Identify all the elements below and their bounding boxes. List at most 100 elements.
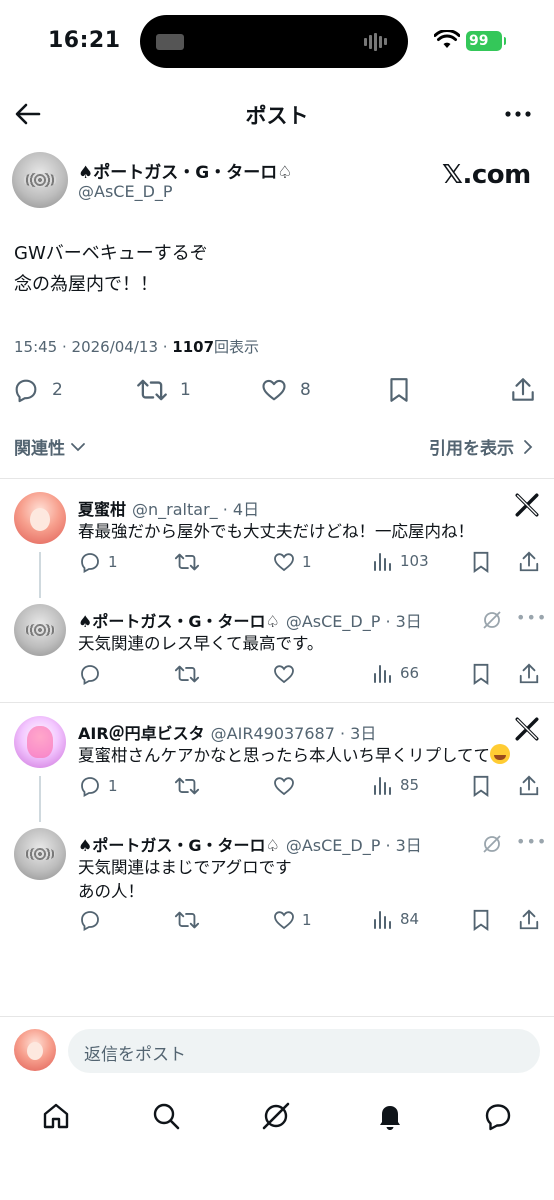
- author-handle[interactable]: @AsCE_D_P: [78, 182, 173, 201]
- view-count: 66: [400, 664, 420, 682]
- like-button[interactable]: 8: [260, 376, 311, 404]
- reply-composer: 返信をポスト: [0, 1016, 554, 1086]
- status-bar: 16:21 99: [0, 0, 554, 84]
- status-time: 16:21: [48, 28, 121, 53]
- post-timestamp: 15:45 · 2026/04/13 ·: [14, 338, 173, 356]
- reply-text: 天気関連はまじでアグロです あの人！: [78, 858, 292, 901]
- reply-avatar[interactable]: [14, 492, 66, 544]
- view-quotes-link[interactable]: 引用を表示: [429, 434, 536, 459]
- reply-author-name[interactable]: ♠ポートガス・G・ターロ♤: [78, 836, 280, 855]
- view-count: 85: [400, 776, 420, 794]
- bookmark-button[interactable]: [470, 774, 492, 798]
- dynamic-island: [140, 15, 408, 68]
- repost-button[interactable]: [174, 908, 200, 932]
- reply-button[interactable]: 1: [78, 774, 118, 798]
- repost-icon: [137, 379, 167, 401]
- views-button[interactable]: 103: [372, 550, 429, 572]
- bookmark-icon: [390, 378, 408, 402]
- repost-button[interactable]: [174, 662, 200, 686]
- reply-header: ♠ポートガス・G・ターロ♤ @AsCE_D_P · 3日: [78, 608, 422, 632]
- share-button[interactable]: [518, 774, 540, 798]
- grok-icon[interactable]: [260, 1100, 292, 1132]
- more-options-icon[interactable]: •••: [516, 832, 547, 851]
- reply-avatar[interactable]: [14, 828, 66, 880]
- views-icon: [374, 553, 391, 571]
- reply-author-name[interactable]: 夏蜜柑: [78, 500, 126, 519]
- repost-button[interactable]: [174, 550, 206, 574]
- reply-author-name[interactable]: AIR＠円卓ビスタ: [78, 724, 205, 743]
- reply-time: · 3日: [339, 724, 377, 743]
- reply-author-handle[interactable]: @AIR49037687: [211, 724, 335, 743]
- view-count: 103: [400, 552, 429, 570]
- repost-icon: [174, 777, 200, 795]
- like-count: 8: [300, 380, 311, 400]
- reply-header: AIR＠円卓ビスタ @AIR49037687 · 3日: [78, 720, 376, 744]
- sort-relevance-dropdown[interactable]: 関連性: [14, 434, 87, 459]
- reply-actions: 1 1 103: [0, 550, 554, 574]
- bookmark-button[interactable]: [470, 550, 492, 574]
- reply-icon: [81, 665, 99, 686]
- reply-header: ♠ポートガス・G・ターロ♤ @AsCE_D_P · 3日: [78, 832, 422, 856]
- like-button[interactable]: [272, 774, 296, 798]
- views-icon: [374, 911, 391, 929]
- divider: [0, 702, 554, 703]
- views-button[interactable]: 84: [372, 908, 419, 930]
- share-button[interactable]: [518, 908, 540, 932]
- reply-time: · 4日: [222, 500, 260, 519]
- views-icon: [374, 777, 391, 795]
- reply-avatar[interactable]: [14, 604, 66, 656]
- like-count: 1: [302, 553, 312, 571]
- reply-icon: [81, 777, 99, 798]
- repost-button[interactable]: 1: [136, 376, 191, 404]
- more-options-icon[interactable]: [504, 102, 532, 126]
- share-button[interactable]: [518, 662, 540, 686]
- reply-author-handle[interactable]: @n_raltar_: [132, 500, 218, 519]
- messages-icon[interactable]: [482, 1100, 514, 1132]
- battery-icon: 99: [466, 31, 506, 51]
- reply-author-name[interactable]: ♠ポートガス・G・ターロ♤: [78, 612, 280, 631]
- reply-text: 春最強だから屋外でも大丈夫だけどね！一応屋内ね！: [78, 522, 474, 541]
- reply-button[interactable]: 1: [78, 550, 118, 574]
- like-count: 1: [302, 911, 312, 929]
- bookmark-button[interactable]: [470, 662, 492, 686]
- bookmark-button[interactable]: [470, 908, 492, 932]
- grok-icon[interactable]: [482, 610, 502, 630]
- reply-text-content: 夏蜜柑さんケアかなと思ったら本人いち早くリプしてて: [78, 746, 491, 765]
- share-icon: [519, 551, 539, 572]
- reply-button[interactable]: [78, 662, 102, 686]
- bookmark-button[interactable]: [386, 376, 412, 404]
- post-actions: 2 1 8: [0, 376, 554, 406]
- repost-button[interactable]: [174, 774, 200, 798]
- share-button[interactable]: [510, 376, 536, 404]
- author-name[interactable]: ♠ポートガス・G・ターロ♤: [78, 158, 292, 183]
- views-icon: [374, 665, 391, 683]
- reply-header: 夏蜜柑 @n_raltar_ · 4日: [78, 496, 259, 520]
- reply-input[interactable]: 返信をポスト: [68, 1029, 540, 1073]
- home-icon[interactable]: [40, 1100, 72, 1132]
- bookmark-icon: [473, 775, 489, 797]
- like-button[interactable]: 1: [272, 550, 312, 574]
- like-button[interactable]: [272, 662, 296, 686]
- views-button[interactable]: 66: [372, 662, 419, 684]
- share-button[interactable]: [518, 550, 540, 574]
- reply-avatar[interactable]: [14, 716, 66, 768]
- reply-actions: 1 84: [0, 908, 554, 932]
- more-options-icon[interactable]: •••: [516, 608, 547, 627]
- repost-icon: [174, 911, 200, 929]
- x-logo-icon: [515, 493, 539, 517]
- current-user-avatar[interactable]: [14, 1029, 56, 1071]
- author-avatar[interactable]: [12, 152, 68, 208]
- grok-icon[interactable]: [482, 834, 502, 854]
- notifications-icon[interactable]: [374, 1100, 406, 1132]
- views-button[interactable]: 85: [372, 774, 419, 796]
- search-icon[interactable]: [150, 1100, 182, 1132]
- wifi-icon: [434, 30, 460, 48]
- heart-icon: [274, 911, 294, 930]
- reply-actions: 66: [0, 662, 554, 686]
- reply-icon: [81, 911, 99, 932]
- reply-button[interactable]: 2: [12, 376, 63, 404]
- like-button[interactable]: 1: [272, 908, 312, 932]
- reply-button[interactable]: [78, 908, 102, 932]
- reply-author-handle[interactable]: @AsCE_D_P: [286, 836, 381, 855]
- reply-author-handle[interactable]: @AsCE_D_P: [286, 612, 381, 631]
